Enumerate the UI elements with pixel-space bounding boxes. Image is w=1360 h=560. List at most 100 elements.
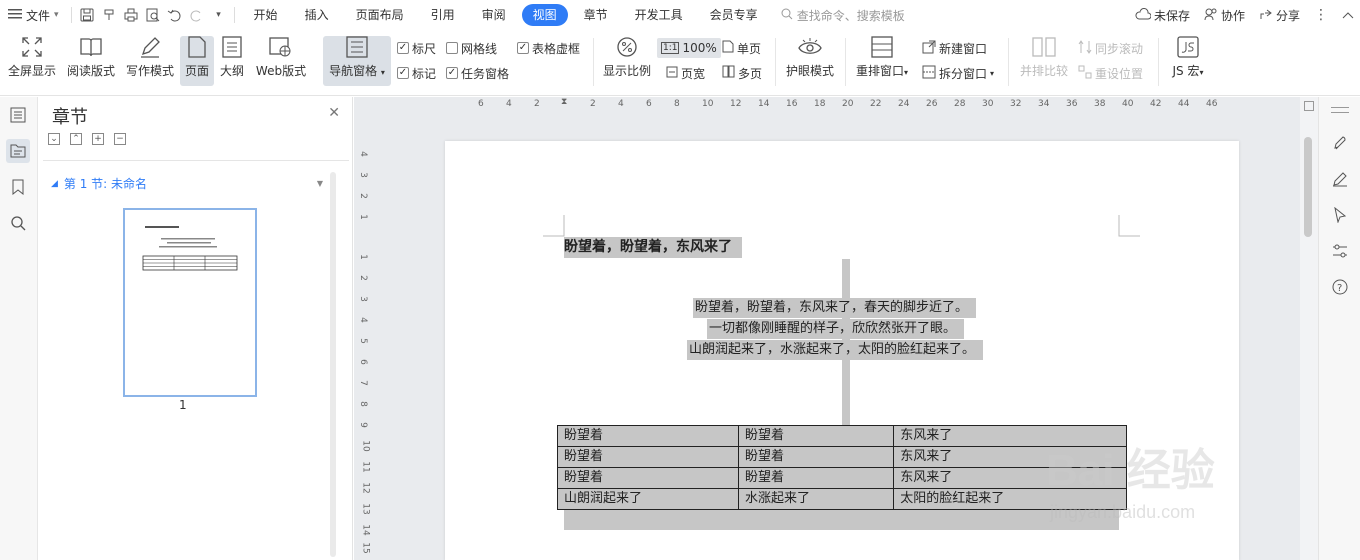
page-thumbnail[interactable] <box>123 208 257 397</box>
reading-mode-button[interactable]: 阅读版式 <box>64 36 118 86</box>
ruler-tick: 1 <box>357 214 368 220</box>
reset-position-button[interactable]: 重设位置 <box>1078 63 1143 83</box>
bookmark-icon[interactable] <box>6 175 30 199</box>
watermark-url: jingyan.baidu.com <box>1050 502 1196 522</box>
multi-page-button[interactable]: 多页 <box>722 63 762 83</box>
gridlines-checkbox[interactable]: 网格线 <box>446 38 497 58</box>
task-pane-checkbox[interactable]: ✓ 任务窗格 <box>446 63 509 83</box>
menu-tab[interactable]: 开始 <box>243 4 289 26</box>
settings-sliders-icon[interactable] <box>1330 241 1350 261</box>
remove-section-icon[interactable]: − <box>114 133 126 145</box>
new-window-button[interactable]: 新建窗口 <box>922 38 987 58</box>
edit-pen-icon[interactable] <box>1330 169 1350 189</box>
ruler-tick: 6 <box>478 99 484 109</box>
menu-tab[interactable]: 插入 <box>294 4 340 26</box>
zoom-100-button[interactable]: 1:1 100% <box>657 38 721 58</box>
more-icon[interactable]: ⋮ <box>1314 7 1328 23</box>
poem-line[interactable]: 山朗润起来了，水涨起来了，太阳的脸红起来了。 <box>687 340 984 360</box>
menu-tab[interactable]: 视图 <box>521 4 568 26</box>
horizontal-ruler[interactable]: 6 4 2 2 4 6 8 10 12 14 16 18 20 22 24 26 28 30 32 34 36 38 40 4… <box>448 97 1318 114</box>
zoom-button[interactable]: 显示比例 <box>601 36 653 86</box>
document-heading[interactable]: 盼望着，盼望着，东风来了 <box>564 237 742 258</box>
menu-lines-icon[interactable] <box>1331 107 1349 113</box>
web-icon <box>269 36 293 58</box>
menu-tab[interactable]: 开发工具 <box>624 4 694 26</box>
rearrange-window-button[interactable]: 重排窗口▾ <box>852 36 912 86</box>
ruler-checkbox[interactable]: ✓ 标尺 <box>397 38 436 58</box>
format-painter-icon[interactable] <box>98 4 120 26</box>
file-menu[interactable]: 文件 ▾ <box>0 0 67 30</box>
undo-icon[interactable] <box>164 4 186 26</box>
ruler-tick: 46 <box>1206 99 1218 109</box>
section-label: 第 1 节: 未命名 <box>63 177 148 191</box>
print-icon[interactable] <box>120 4 142 26</box>
collapse-up-icon[interactable]: ⌃ <box>70 133 82 145</box>
table-cell[interactable]: 山朗润起来了 <box>556 488 740 510</box>
js-macro-button[interactable]: JS 宏▾ <box>1166 36 1210 86</box>
panel-toggle-icon[interactable] <box>1304 101 1314 111</box>
outline-button[interactable]: 大纲 <box>216 36 248 86</box>
ruler-tick: 11 <box>360 461 371 473</box>
table-cell[interactable]: 盼望着 <box>738 467 895 489</box>
single-page-button[interactable]: 单页 <box>722 38 761 58</box>
menu-tab[interactable]: 章节 <box>573 4 619 26</box>
indent-marker-icon[interactable]: ⧗ <box>561 97 567 107</box>
writing-mode-button[interactable]: 写作模式 <box>123 36 177 86</box>
outline-panel-icon[interactable] <box>6 103 30 127</box>
save-icon[interactable] <box>76 4 98 26</box>
corner-mark <box>1118 215 1140 237</box>
menu-tab[interactable]: 审阅 <box>471 4 517 26</box>
ruler-tick: 4 <box>618 99 624 109</box>
divider <box>593 38 594 86</box>
poem-line[interactable]: 盼望着，盼望着，东风来了，春天的脚步近了。 <box>693 298 977 318</box>
chevron-down-icon[interactable]: ▼ <box>317 179 323 188</box>
search-icon[interactable] <box>6 211 30 235</box>
table-cell[interactable]: 盼望着 <box>556 446 740 468</box>
share-button[interactable]: 分享 <box>1259 7 1300 24</box>
scrollbar-thumb[interactable] <box>1304 137 1312 237</box>
help-icon[interactable]: ? <box>1330 277 1350 297</box>
fullscreen-button[interactable]: 全屏显示 <box>6 36 58 86</box>
ruler-tick: 4 <box>357 317 368 323</box>
rocket-icon[interactable] <box>1330 133 1350 153</box>
vertical-ruler[interactable]: 4 3 2 1 1 2 3 4 5 6 7 8 9 10 11 12 13 14 15 <box>354 135 376 560</box>
menu-tab[interactable]: 页面布局 <box>345 4 415 26</box>
add-section-icon[interactable]: + <box>92 133 104 145</box>
gridlines-label: 网格线 <box>461 41 498 56</box>
ruler-tick: 2 <box>357 275 368 281</box>
more-quick-access-icon[interactable]: ▾ <box>208 4 230 26</box>
sync-scroll-button[interactable]: 同步滚动 <box>1078 38 1143 58</box>
section-item[interactable]: ◢ 第 1 节: 未命名 ▼ <box>51 175 323 192</box>
split-window-button[interactable]: 拆分窗口 ▾ <box>922 63 994 83</box>
expand-down-icon[interactable]: ⌄ <box>48 133 60 145</box>
poem-line[interactable]: 一切都像刚睡醒的样子，欣欣然张开了眼。 <box>707 319 965 339</box>
chapter-panel-icon[interactable] <box>6 139 30 163</box>
table-cell[interactable]: 盼望着 <box>738 425 895 447</box>
table-gridlines-checkbox[interactable]: ✓ 表格虚框 <box>517 38 580 58</box>
nav-pane-scrollbar[interactable] <box>330 172 336 557</box>
page-width-button[interactable]: 页宽 <box>666 63 705 83</box>
table-cell[interactable]: 盼望着 <box>556 425 740 447</box>
watermark-brand: Bai 经验 <box>1046 446 1215 495</box>
redo-icon[interactable] <box>186 4 208 26</box>
web-layout-button[interactable]: Web版式 <box>252 36 310 86</box>
collapse-ribbon-icon[interactable] <box>1342 11 1354 19</box>
select-cursor-icon[interactable] <box>1330 205 1350 225</box>
table-cell[interactable]: 盼望着 <box>556 467 740 489</box>
marks-checkbox[interactable]: ✓ 标记 <box>397 63 436 83</box>
nav-pane-button[interactable]: 导航窗格 ▾ <box>323 36 391 86</box>
eye-mode-button[interactable]: 护眼模式 <box>783 36 837 86</box>
page-view-button[interactable]: 页面 <box>180 36 214 86</box>
menu-tab[interactable]: 引用 <box>420 4 466 26</box>
table-cell[interactable]: 盼望着 <box>738 446 895 468</box>
collab-button[interactable]: 协作 <box>1204 7 1245 24</box>
close-icon[interactable]: ✕ <box>328 105 340 121</box>
table-cell[interactable]: 水涨起来了 <box>738 488 895 510</box>
print-preview-icon[interactable] <box>142 4 164 26</box>
search-icon <box>781 8 793 23</box>
unsaved-button[interactable]: 未保存 <box>1135 7 1190 24</box>
command-search[interactable]: 查找命令、搜索模板 <box>781 7 905 24</box>
menu-tab[interactable]: 会员专享 <box>699 4 769 26</box>
side-by-side-button[interactable]: 并排比较 <box>1016 36 1072 86</box>
ruler-tick: 30 <box>982 99 994 109</box>
